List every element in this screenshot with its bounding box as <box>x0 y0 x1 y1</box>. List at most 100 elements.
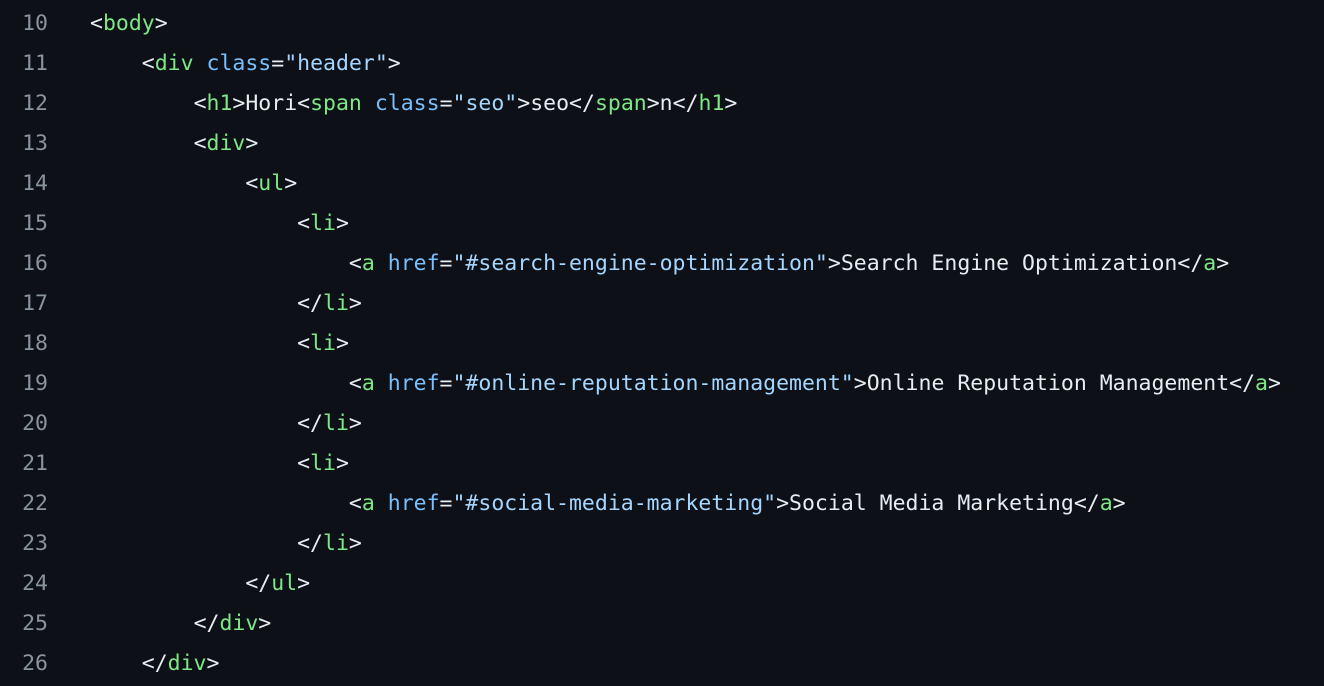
code-text-content: Social Media Marketing <box>789 490 1074 516</box>
code-string: "#search-engine-optimization" <box>452 250 828 276</box>
code-punctuation: < <box>193 90 207 116</box>
code-line[interactable]: 20 </li> <box>0 403 1324 443</box>
code-tag-name: a <box>1203 250 1217 276</box>
code-punctuation: </ <box>297 410 323 436</box>
line-number: 25 <box>22 610 48 636</box>
code-punctuation: > <box>206 650 220 676</box>
code-tag-name: div <box>206 130 246 156</box>
code-line[interactable]: 17 </li> <box>0 283 1324 323</box>
code-punctuation: = <box>271 50 285 76</box>
code-line[interactable]: 13 <div> <box>0 123 1324 163</box>
code-punctuation: > <box>297 570 311 596</box>
code-punctuation: > <box>258 610 272 636</box>
code-punctuation: > <box>245 130 259 156</box>
code-string: "header" <box>284 50 388 76</box>
code-text: <body> <box>48 11 168 36</box>
code-attribute: class <box>374 90 440 116</box>
code-line[interactable]: 12 <h1>Hori<span class="seo">seo</span>n… <box>0 83 1324 123</box>
code-tag-name: li <box>310 330 336 356</box>
code-line[interactable]: 14 <ul> <box>0 163 1324 203</box>
code-punctuation: > <box>1216 250 1230 276</box>
code-attribute: class <box>206 50 272 76</box>
code-text-content <box>90 131 194 156</box>
code-line[interactable]: 25 </div> <box>0 603 1324 643</box>
code-line[interactable]: 15 <li> <box>0 203 1324 243</box>
code-tag-name: h1 <box>698 90 725 116</box>
code-tag-name: a <box>1099 490 1113 516</box>
code-tag-name: li <box>323 410 349 436</box>
code-line[interactable]: 19 <a href="#online-reputation-managemen… <box>0 363 1324 403</box>
code-editor[interactable]: 10 <body> 11 <div class="header"> 12 <h1>Ho… <box>0 0 1324 686</box>
code-punctuation: </ <box>1073 490 1100 516</box>
code-tag-name: li <box>323 530 349 556</box>
code-string: "seo" <box>452 90 518 116</box>
line-number: 15 <box>22 210 48 236</box>
code-punctuation: > <box>724 90 738 116</box>
code-punctuation: </ <box>297 290 323 316</box>
code-tag-name: ul <box>258 170 285 196</box>
code-punctuation: > <box>348 290 362 316</box>
code-text-content <box>90 211 297 236</box>
code-text: <li> <box>48 331 349 356</box>
code-tag-name: body <box>102 10 155 36</box>
code-string: "#social-media-marketing" <box>452 490 777 516</box>
code-text-content <box>90 651 142 676</box>
code-punctuation: = <box>439 250 453 276</box>
code-text: <li> <box>48 451 349 476</box>
code-line[interactable]: 26 </div> <box>0 643 1324 683</box>
code-line[interactable]: 11 <div class="header"> <box>0 43 1324 83</box>
code-text: <a href="#social-media-marketing">Social… <box>48 491 1126 516</box>
code-text-content <box>90 51 142 76</box>
code-punctuation: > <box>335 450 349 476</box>
code-tag-name: span <box>310 90 362 116</box>
code-punctuation: < <box>297 210 311 236</box>
code-punctuation: < <box>297 330 311 356</box>
code-text-content <box>362 91 375 116</box>
code-text-content: seo <box>530 90 570 116</box>
code-line[interactable]: 21 <li> <box>0 443 1324 483</box>
code-text-content: Online Reputation Management <box>866 370 1230 396</box>
code-punctuation: > <box>1112 490 1126 516</box>
code-line[interactable]: 18 <li> <box>0 323 1324 363</box>
code-tag-name: a <box>1255 370 1268 396</box>
code-text-content <box>375 371 388 396</box>
code-tag-name: h1 <box>206 90 233 116</box>
code-punctuation: < <box>297 90 311 116</box>
code-text-content <box>90 611 194 636</box>
code-text: </div> <box>48 610 272 636</box>
code-punctuation: > <box>335 330 349 356</box>
code-punctuation: > <box>348 530 362 556</box>
line-number: 24 <box>22 570 48 596</box>
code-attribute: href <box>387 490 440 516</box>
code-punctuation: </ <box>569 90 595 116</box>
line-number: 19 <box>22 370 48 396</box>
code-tag-name: a <box>361 370 375 396</box>
code-text-content <box>90 371 349 396</box>
code-line[interactable]: 10 <body> <box>0 3 1324 43</box>
code-punctuation: </ <box>297 530 323 556</box>
code-line[interactable]: 23 </li> <box>0 523 1324 563</box>
code-tag-name: div <box>219 610 259 636</box>
code-text: </div> <box>48 650 220 676</box>
code-punctuation: < <box>193 130 207 156</box>
code-line[interactable]: 24 </ul> <box>0 563 1324 603</box>
code-punctuation: = <box>439 370 453 396</box>
line-number: 22 <box>22 490 48 516</box>
line-number: 10 <box>22 10 48 36</box>
code-punctuation: > <box>646 90 660 116</box>
code-text-content <box>90 251 349 276</box>
code-string: "#online-reputation-management" <box>452 370 854 396</box>
code-line[interactable]: 22 <a href="#social-media-marketing">Soc… <box>0 483 1324 523</box>
code-tag-name: div <box>167 650 207 676</box>
code-text: </li> <box>48 411 362 436</box>
code-punctuation: </ <box>193 610 220 636</box>
code-line[interactable]: 16 <a href="#search-engine-optimization"… <box>0 243 1324 283</box>
code-punctuation: < <box>90 10 103 36</box>
line-number: 12 <box>22 90 48 116</box>
code-tag-name: li <box>310 450 336 476</box>
code-tag-name: ul <box>271 570 298 596</box>
code-tag-name: span <box>594 90 647 116</box>
code-punctuation: < <box>348 370 362 396</box>
code-text: <div> <box>48 130 259 156</box>
code-text-content <box>90 171 245 196</box>
